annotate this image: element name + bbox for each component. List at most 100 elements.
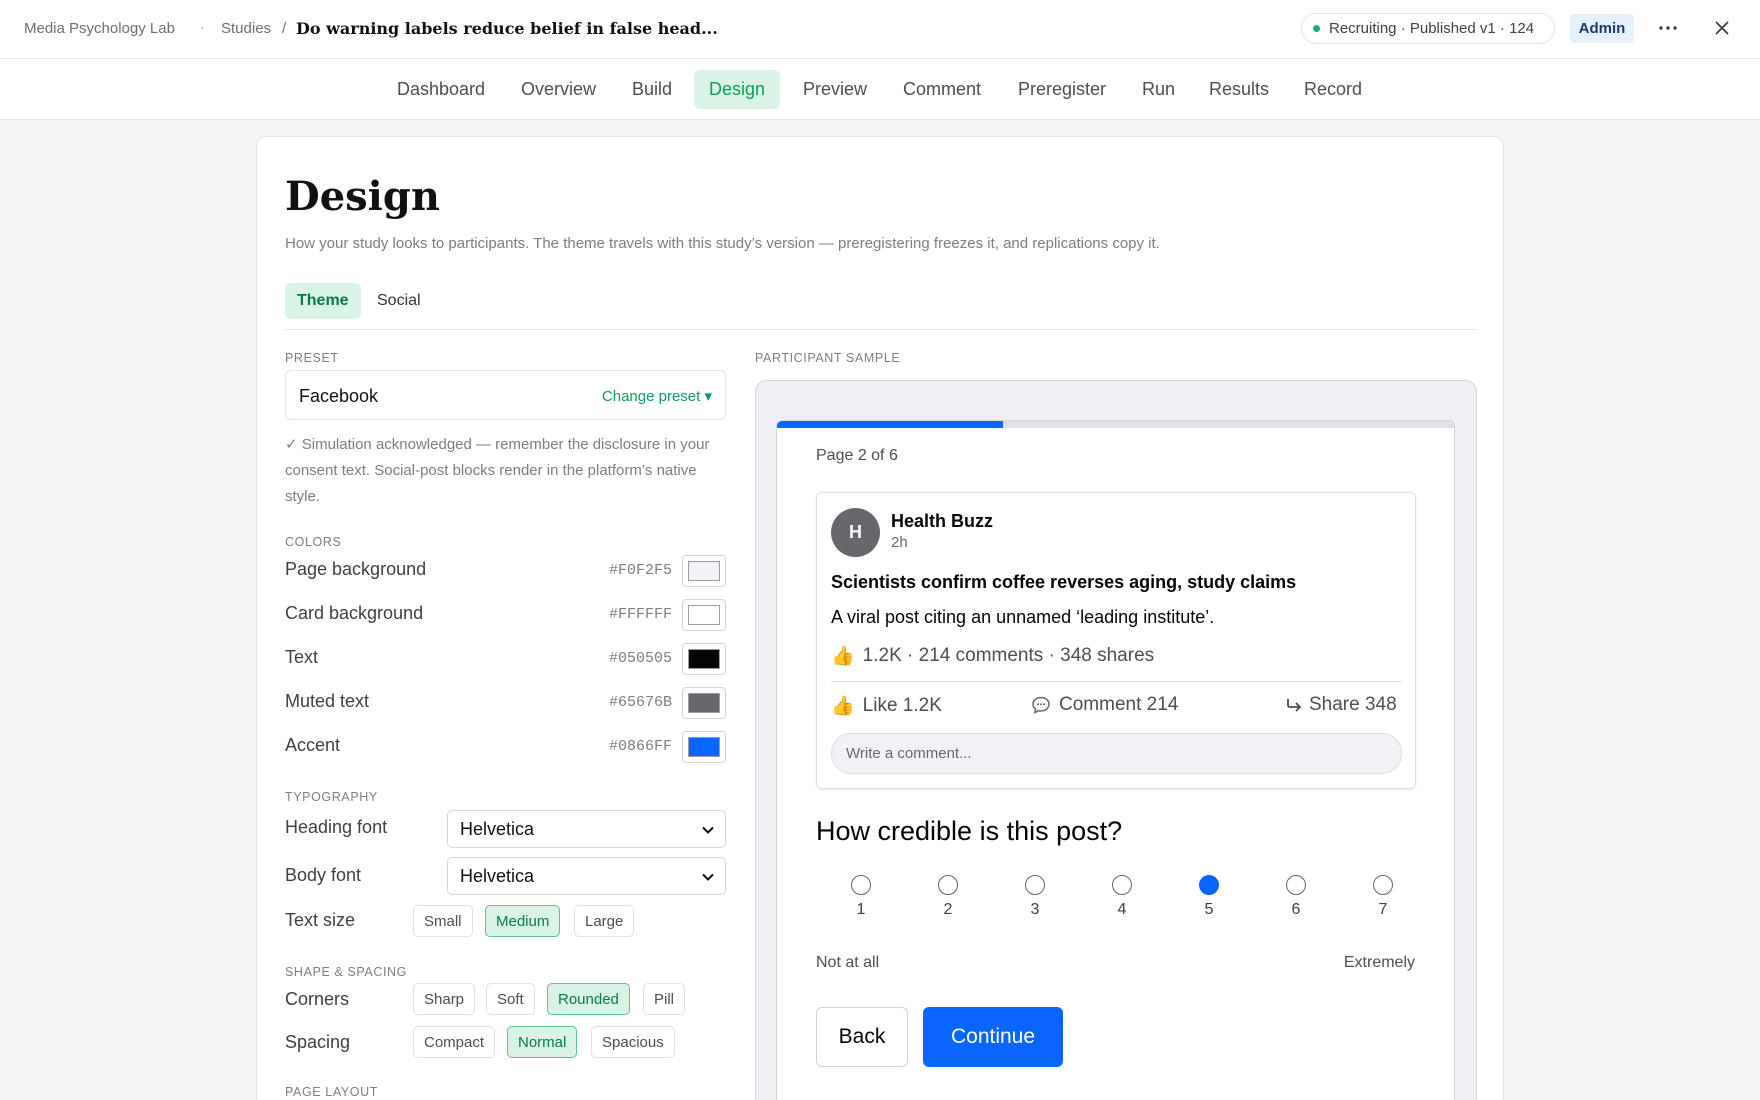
- tab-dashboard[interactable]: Dashboard: [382, 70, 500, 109]
- post-author: Health Buzz: [891, 511, 994, 531]
- color-hex[interactable]: #0866FF: [609, 738, 672, 755]
- page-count: Page 2 of 6: [816, 447, 898, 464]
- radio-button[interactable]: [1373, 875, 1393, 895]
- preset-note: ✓ Simulation acknowledged — remember the…: [285, 436, 710, 505]
- color-swatch-button[interactable]: [682, 599, 726, 631]
- participant-sample-page: Page 2 of 6 H Health Buzz 2h Scientists …: [776, 420, 1455, 1100]
- text-size-medium[interactable]: Medium: [485, 905, 561, 937]
- close-icon[interactable]: [1708, 14, 1736, 42]
- subtab-theme[interactable]: Theme: [285, 283, 361, 319]
- scale-option-label: 1: [856, 901, 866, 918]
- breadcrumb-study-title: Do warning labels reduce belief in false…: [296, 19, 718, 38]
- corners-rounded[interactable]: Rounded: [547, 983, 630, 1015]
- like-button[interactable]: 👍 Like 1.2K: [831, 694, 942, 718]
- breadcrumb-studies[interactable]: Studies: [221, 20, 271, 37]
- status-text: Recruiting · Published v1 · 124: [1329, 20, 1535, 37]
- tab-overview[interactable]: Overview: [506, 70, 611, 109]
- chevron-down-icon: [702, 873, 714, 881]
- chevron-down-icon: [702, 826, 714, 834]
- color-row-accent: Accent #0866FF: [285, 731, 726, 763]
- corners-sharp[interactable]: Sharp: [413, 983, 476, 1015]
- scale-option-7[interactable]: 7: [1363, 875, 1403, 919]
- social-post: H Health Buzz 2h Scientists confirm coff…: [816, 492, 1416, 789]
- preset-selector[interactable]: Facebook Change preset ▾: [285, 370, 726, 420]
- share-button[interactable]: Share 348: [1285, 694, 1397, 716]
- tab-run[interactable]: Run: [1127, 70, 1190, 109]
- body-font-value: Helvetica: [460, 865, 535, 886]
- color-hex[interactable]: #65676B: [609, 694, 672, 711]
- question-text: How credible is this post?: [816, 816, 1123, 846]
- color-hex[interactable]: #050505: [609, 650, 672, 667]
- change-preset-button[interactable]: Change preset ▾: [602, 387, 712, 405]
- design-panel: Design How your study looks to participa…: [256, 136, 1504, 1100]
- top-bar: Media Psychology Lab · Studies / Do warn…: [0, 0, 1760, 59]
- tab-preview[interactable]: Preview: [788, 70, 882, 109]
- status-dot-icon: [1313, 25, 1320, 32]
- scale-low-anchor: Not at all: [816, 954, 880, 971]
- color-swatch-button[interactable]: [682, 731, 726, 763]
- spacing-label: Spacing: [285, 1032, 351, 1052]
- scale-option-6[interactable]: 6: [1276, 875, 1316, 919]
- more-horizontal-icon[interactable]: [1654, 14, 1682, 42]
- color-hex[interactable]: #F0F2F5: [609, 562, 672, 579]
- text-size-small[interactable]: Small: [413, 905, 473, 937]
- avatar: H: [831, 508, 880, 557]
- color-label: Card background: [285, 603, 424, 623]
- spacing-compact[interactable]: Compact: [413, 1026, 496, 1058]
- scale-option-label: 4: [1117, 901, 1127, 918]
- radio-button[interactable]: [938, 875, 958, 895]
- color-row-text: Text #050505: [285, 643, 726, 675]
- heading-font-label: Heading font: [285, 817, 388, 837]
- radio-button[interactable]: [1286, 875, 1306, 895]
- back-button[interactable]: Back: [816, 1007, 908, 1067]
- tab-comment[interactable]: Comment: [888, 70, 996, 109]
- radio-button-selected[interactable]: [1199, 875, 1219, 895]
- color-row-page-background: Page background #F0F2F5: [285, 555, 726, 587]
- color-hex[interactable]: #FFFFFF: [609, 606, 672, 623]
- text-size-large[interactable]: Large: [574, 905, 635, 937]
- comment-input[interactable]: Write a comment...: [831, 733, 1402, 774]
- post-stats: 👍 1.2K · 214 comments · 348 shares: [831, 644, 1154, 668]
- tab-preregister[interactable]: Preregister: [1003, 70, 1121, 109]
- scale-option-4[interactable]: 4: [1102, 875, 1142, 919]
- radio-button[interactable]: [1025, 875, 1045, 895]
- spacing-normal[interactable]: Normal: [507, 1026, 578, 1058]
- corners-label: Corners: [285, 989, 350, 1009]
- subtab-social[interactable]: Social: [365, 283, 433, 319]
- color-swatch-button[interactable]: [682, 687, 726, 719]
- scale-option-2[interactable]: 2: [928, 875, 968, 919]
- tab-design[interactable]: Design: [694, 70, 781, 109]
- tab-record[interactable]: Record: [1289, 70, 1377, 109]
- comment-label: Comment 214: [1059, 694, 1179, 715]
- tab-build[interactable]: Build: [617, 70, 687, 109]
- color-swatch: [688, 561, 720, 581]
- comment-button[interactable]: Comment 214: [1031, 694, 1178, 716]
- radio-button[interactable]: [1112, 875, 1132, 895]
- share-arrow-icon: [1287, 699, 1302, 712]
- page-layout-section-label: Page layout: [285, 1085, 378, 1099]
- page-title: Design: [285, 173, 440, 220]
- tab-results[interactable]: Results: [1194, 70, 1284, 109]
- scale-option-5[interactable]: 5: [1189, 875, 1229, 919]
- color-swatch: [688, 649, 720, 669]
- scale-option-3[interactable]: 3: [1015, 875, 1055, 919]
- breadcrumb-slash: /: [282, 20, 287, 37]
- heading-font-select[interactable]: Helvetica: [447, 810, 726, 848]
- continue-button[interactable]: Continue: [923, 1007, 1063, 1067]
- post-body: A viral post citing an unnamed ‘leading …: [831, 607, 1215, 627]
- scale-option-1[interactable]: 1: [841, 875, 881, 919]
- breadcrumb-lab[interactable]: Media Psychology Lab: [24, 20, 175, 37]
- corners-soft[interactable]: Soft: [486, 983, 535, 1015]
- color-swatch-button[interactable]: [682, 643, 726, 675]
- color-label: Text: [285, 647, 319, 667]
- divider: [285, 329, 1477, 330]
- divider: [831, 681, 1402, 682]
- status-badge[interactable]: Recruiting · Published v1 · 124: [1301, 13, 1555, 44]
- color-swatch: [688, 693, 720, 713]
- preset-section-label: Preset: [285, 351, 339, 365]
- corners-pill[interactable]: Pill: [643, 983, 686, 1015]
- spacing-spacious[interactable]: Spacious: [591, 1026, 675, 1058]
- body-font-select[interactable]: Helvetica: [447, 857, 726, 895]
- color-swatch-button[interactable]: [682, 555, 726, 587]
- radio-button[interactable]: [851, 875, 871, 895]
